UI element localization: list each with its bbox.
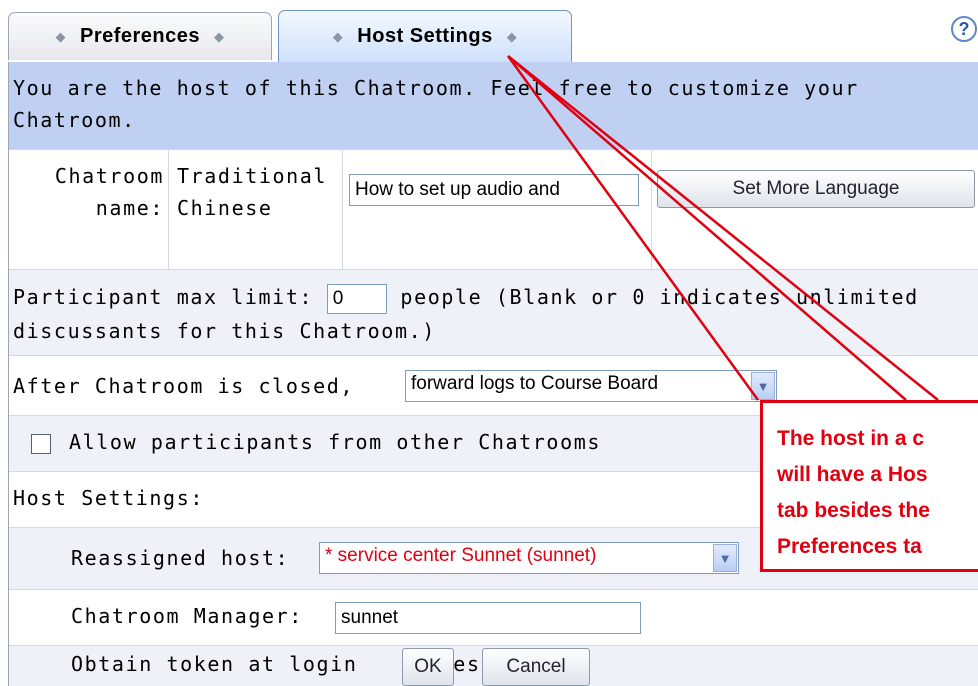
callout-box: The host in a c will have a Hos tab besi… [760, 400, 978, 572]
callout-arrow [506, 55, 939, 401]
callout-line2: will have a Hos [777, 463, 928, 486]
callout-line4: Preferences ta [777, 535, 922, 558]
callout-line3: tab besides the [777, 499, 930, 522]
callout-line1: The host in a c [777, 427, 925, 450]
